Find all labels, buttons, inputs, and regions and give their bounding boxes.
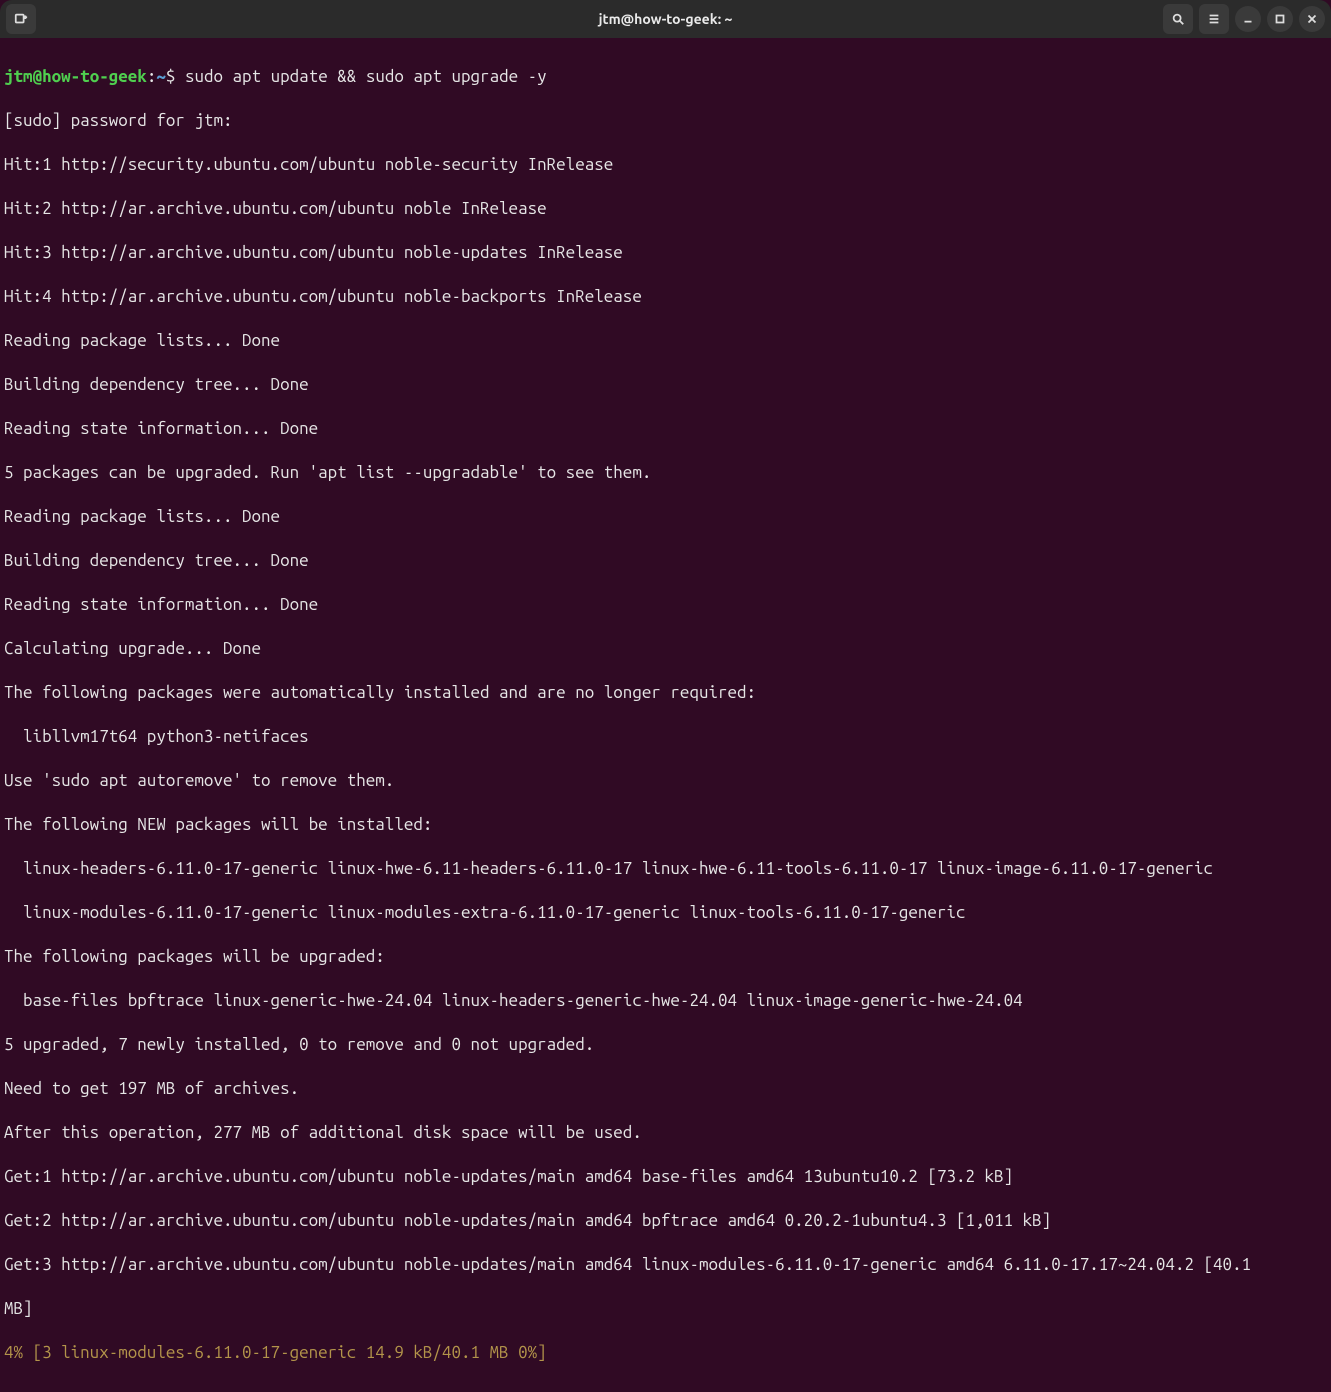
output-line: The following NEW packages will be insta… [4, 814, 1327, 836]
output-line: Reading package lists... Done [4, 506, 1327, 528]
output-line: Get:3 http://ar.archive.ubuntu.com/ubunt… [4, 1254, 1327, 1276]
output-line: The following packages were automaticall… [4, 682, 1327, 704]
output-line: Hit:4 http://ar.archive.ubuntu.com/ubunt… [4, 286, 1327, 308]
output-line: base-files bpftrace linux-generic-hwe-24… [4, 990, 1327, 1012]
output-line: The following packages will be upgraded: [4, 946, 1327, 968]
prompt-host: how-to-geek [42, 67, 147, 86]
output-line: Calculating upgrade... Done [4, 638, 1327, 660]
titlebar: jtm@how-to-geek: ~ [0, 0, 1331, 38]
output-line: Reading state information... Done [4, 418, 1327, 440]
new-tab-button[interactable] [6, 4, 36, 34]
prompt-line: jtm@how-to-geek:~$ sudo apt update && su… [4, 66, 1327, 88]
search-button[interactable] [1163, 4, 1193, 34]
output-line: Hit:3 http://ar.archive.ubuntu.com/ubunt… [4, 242, 1327, 264]
output-line: 5 upgraded, 7 newly installed, 0 to remo… [4, 1034, 1327, 1056]
output-line: Need to get 197 MB of archives. [4, 1078, 1327, 1100]
output-line: Hit:2 http://ar.archive.ubuntu.com/ubunt… [4, 198, 1327, 220]
output-line: Use 'sudo apt autoremove' to remove them… [4, 770, 1327, 792]
close-button[interactable] [1299, 6, 1325, 32]
output-line: Get:2 http://ar.archive.ubuntu.com/ubunt… [4, 1210, 1327, 1232]
output-line: [sudo] password for jtm: [4, 110, 1327, 132]
output-line: Building dependency tree... Done [4, 374, 1327, 396]
prompt-colon: : [147, 67, 157, 86]
window-title: jtm@how-to-geek: ~ [0, 8, 1331, 30]
output-line: Reading package lists... Done [4, 330, 1327, 352]
maximize-button[interactable] [1267, 6, 1293, 32]
output-line: MB] [4, 1298, 1327, 1320]
prompt-dollar: $ [166, 67, 185, 86]
prompt-path: ~ [156, 67, 166, 86]
output-line: Hit:1 http://security.ubuntu.com/ubuntu … [4, 154, 1327, 176]
terminal-area[interactable]: jtm@how-to-geek:~$ sudo apt update && su… [0, 38, 1331, 1392]
output-line: Reading state information... Done [4, 594, 1327, 616]
hamburger-menu-button[interactable] [1199, 4, 1229, 34]
command-text: sudo apt update && sudo apt upgrade -y [185, 67, 547, 86]
output-line: linux-headers-6.11.0-17-generic linux-hw… [4, 858, 1327, 880]
download-progress-line: 4% [3 linux-modules-6.11.0-17-generic 14… [4, 1342, 1327, 1364]
prompt-user: jtm [4, 67, 33, 86]
output-line: After this operation, 277 MB of addition… [4, 1122, 1327, 1144]
minimize-button[interactable] [1235, 6, 1261, 32]
output-line: Get:1 http://ar.archive.ubuntu.com/ubunt… [4, 1166, 1327, 1188]
output-line: Building dependency tree... Done [4, 550, 1327, 572]
output-line: libllvm17t64 python3-netifaces [4, 726, 1327, 748]
prompt-at: @ [33, 67, 43, 86]
output-line: linux-modules-6.11.0-17-generic linux-mo… [4, 902, 1327, 924]
output-line: 5 packages can be upgraded. Run 'apt lis… [4, 462, 1327, 484]
